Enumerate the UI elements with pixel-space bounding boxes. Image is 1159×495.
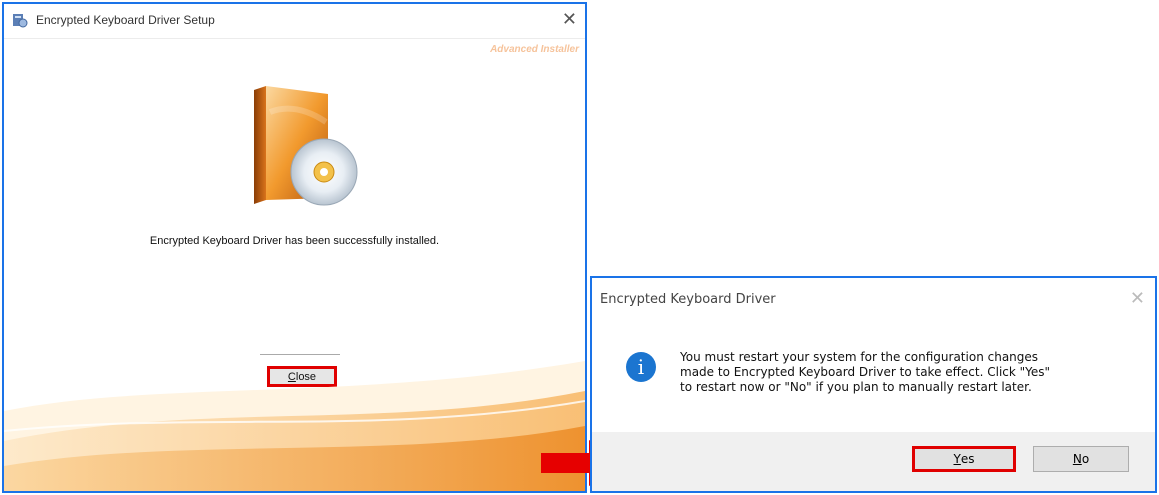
dialog-message: You must restart your system for the con… xyxy=(680,350,1120,395)
message-line: You must restart your system for the con… xyxy=(680,350,1039,364)
setup-window-title: Encrypted Keyboard Driver Setup xyxy=(36,13,215,27)
setup-titlebar: Encrypted Keyboard Driver Setup ✕ xyxy=(4,4,585,36)
dialog-title: Encrypted Keyboard Driver xyxy=(600,292,776,307)
dialog-button-bar: Yes No xyxy=(592,432,1155,491)
dialog-close-icon[interactable]: ✕ xyxy=(1130,288,1145,309)
close-icon[interactable]: ✕ xyxy=(562,9,577,29)
message-line: to restart now or "No" if you plan to ma… xyxy=(680,380,1032,394)
software-box-cd-icon xyxy=(254,86,358,206)
setup-window: Encrypted Keyboard Driver Setup ✕ Advanc… xyxy=(2,2,587,493)
no-mnemonic: N xyxy=(1072,452,1082,466)
restart-dialog: Encrypted Keyboard Driver ✕ i You must r… xyxy=(590,276,1157,493)
success-message: Encrypted Keyboard Driver has been succe… xyxy=(149,235,440,247)
no-label-rest: o xyxy=(1081,452,1090,466)
yes-label-rest: es xyxy=(960,452,975,466)
title-divider xyxy=(4,38,585,39)
yes-button[interactable]: Yes xyxy=(912,446,1016,472)
no-button[interactable]: No xyxy=(1033,446,1129,472)
yes-mnemonic: Y xyxy=(953,452,961,466)
info-icon: i xyxy=(626,352,656,382)
installer-app-icon xyxy=(13,14,28,28)
decorative-wave-background xyxy=(4,361,585,491)
advanced-installer-brand: Advanced Installer xyxy=(490,44,579,55)
message-line: made to Encrypted Keyboard Driver to tak… xyxy=(680,365,1051,379)
